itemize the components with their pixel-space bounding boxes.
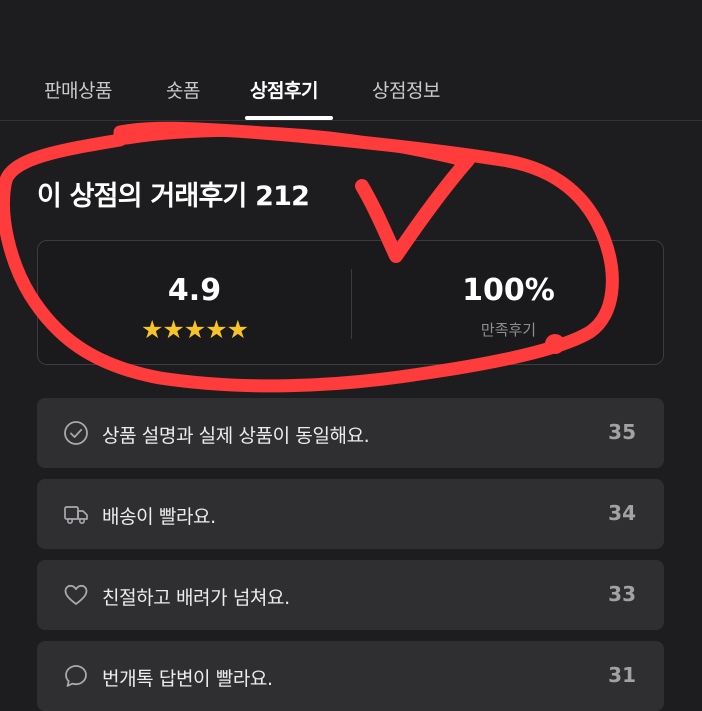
tab-shortform[interactable]: 숏폼	[166, 76, 200, 103]
star-rating: ★★★★★	[140, 315, 249, 344]
review-item-description-match[interactable]: 상품 설명과 실제 상품이 동일해요. 35	[37, 398, 664, 468]
tab-reviews[interactable]: 상점후기	[250, 76, 318, 103]
review-item-text: 친절하고 배려가 넘쳐요.	[102, 587, 290, 609]
review-section-title: 이 상점의 거래후기 212	[37, 181, 310, 212]
satisfaction-percent: 100%	[462, 273, 555, 308]
heart-icon	[64, 584, 88, 605]
review-item-text: 번개톡 답변이 빨라요.	[102, 668, 273, 690]
satisfaction-label: 만족후기	[480, 321, 537, 339]
rating-score: 4.9	[167, 273, 222, 308]
tab-store-info[interactable]: 상점정보	[372, 76, 440, 103]
tab-products[interactable]: 판매상품	[44, 76, 112, 103]
review-item-count: 34	[608, 501, 636, 525]
review-item-text: 배송이 빨라요.	[102, 506, 216, 528]
check-circle-icon	[64, 421, 88, 445]
active-tab-indicator	[245, 116, 333, 120]
review-item-fast-shipping[interactable]: 배송이 빨라요. 34	[37, 479, 664, 549]
truck-icon	[64, 506, 88, 524]
review-item-count: 31	[608, 663, 636, 687]
review-item-count: 33	[608, 582, 636, 606]
review-item-fast-reply[interactable]: 번개톡 답변이 빨라요. 31	[37, 641, 664, 711]
chat-bubble-icon	[65, 665, 87, 687]
tab-bar: 판매상품 숏폼 상점후기 상점정보	[0, 62, 702, 121]
review-summary-card: 4.9 ★★★★★ 100% 만족후기	[37, 240, 664, 365]
annotation-circle-tail	[114, 125, 474, 168]
review-item-count: 35	[608, 420, 636, 444]
review-item-text: 상품 설명과 실제 상품이 동일해요.	[102, 425, 370, 447]
review-item-kind-seller[interactable]: 친절하고 배려가 넘쳐요. 33	[37, 560, 664, 630]
